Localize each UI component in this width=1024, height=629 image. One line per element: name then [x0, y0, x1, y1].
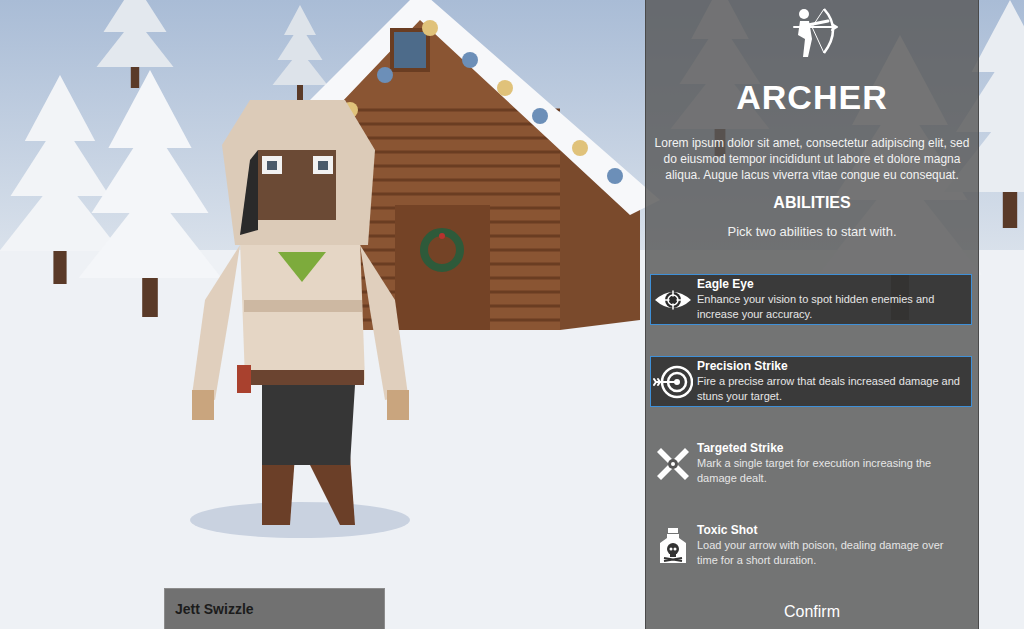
- character-name-field[interactable]: Jett Swizzle: [164, 588, 385, 629]
- abilities-title: ABILITIES: [773, 193, 850, 213]
- ability-name: Eagle Eye: [697, 277, 965, 292]
- class-title: ARCHER: [736, 77, 887, 117]
- poison-bottle-icon: [653, 526, 693, 566]
- target-arrow-icon: [653, 362, 693, 402]
- class-panel: ARCHER Lorem ipsum dolor sit amet, consec…: [645, 0, 979, 629]
- ability-option[interactable]: Targeted StrikeMark a single target for …: [650, 438, 972, 489]
- ability-name: Precision Strike: [697, 359, 965, 374]
- ability-description: Load your arrow with poison, dealing dam…: [697, 538, 965, 568]
- tree: [79, 70, 222, 317]
- marked-target-icon: [653, 444, 693, 484]
- abilities-instructions: Pick two abilities to start with.: [727, 224, 896, 240]
- scene-area: Jett Swizzle: [0, 0, 645, 629]
- ability-description: Enhance your vision to spot hidden enemi…: [697, 292, 965, 322]
- eye-icon: [653, 280, 693, 320]
- ability-name: Toxic Shot: [697, 523, 965, 538]
- tree: [97, 0, 174, 88]
- ability-option[interactable]: Precision StrikeFire a precise arrow tha…: [650, 356, 972, 407]
- character-select-screen: Jett Swizzle ARCHER Lorem ipsum dolor sit …: [0, 0, 1024, 629]
- tree: [273, 5, 328, 100]
- ability-list: Eagle EyeEnhance your vision to spot hid…: [646, 274, 978, 571]
- ability-option[interactable]: Toxic ShotLoad your arrow with poison, d…: [650, 520, 972, 571]
- archer-icon: [784, 5, 840, 61]
- ability-option[interactable]: Eagle EyeEnhance your vision to spot hid…: [650, 274, 972, 325]
- ability-description: Fire a precise arrow that deals increase…: [697, 374, 965, 404]
- ability-description: Mark a single target for execution incre…: [697, 456, 965, 486]
- ability-name: Targeted Strike: [697, 441, 965, 456]
- character-model: [192, 100, 409, 525]
- confirm-button[interactable]: Confirm: [768, 599, 856, 625]
- class-description: Lorem ipsum dolor sit amet, consectetur …: [646, 135, 978, 183]
